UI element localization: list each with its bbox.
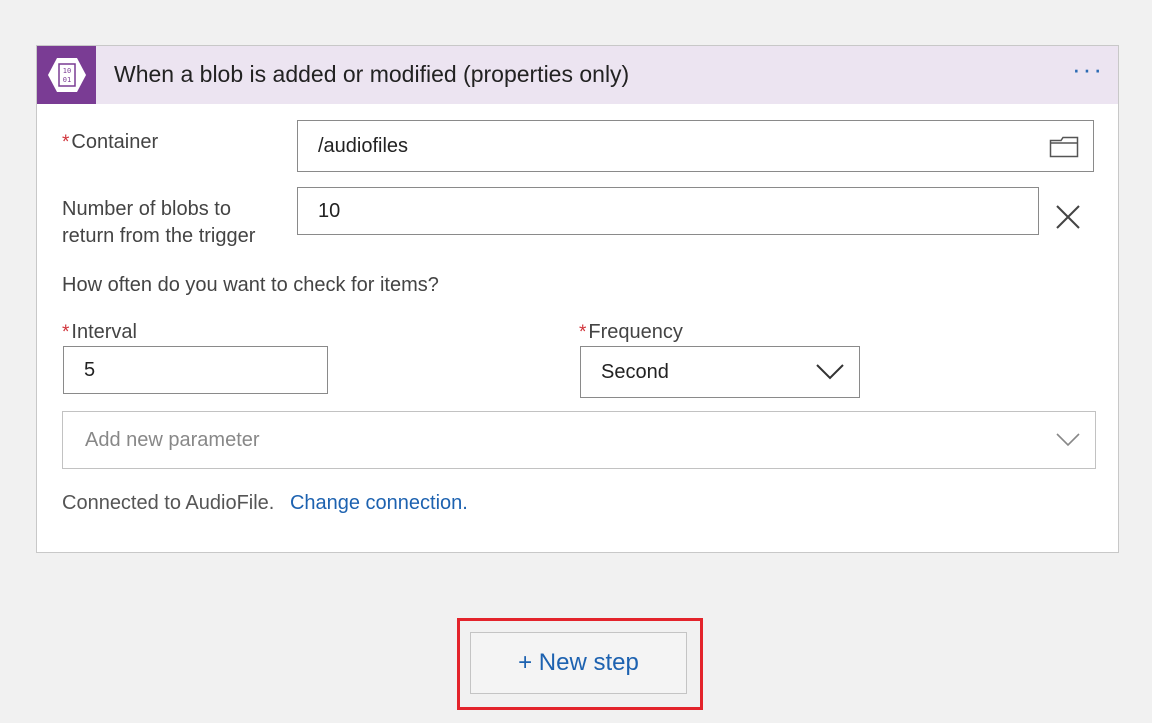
interval-label: * Interval — [62, 321, 137, 343]
trigger-title: When a blob is added or modified (proper… — [114, 61, 630, 87]
change-connection-link[interactable]: Change connection. — [290, 492, 468, 514]
add-parameter-dropdown[interactable]: Add new parameter — [62, 411, 1096, 469]
blob-count-label: Number of blobs to return from the trigg… — [62, 198, 256, 247]
container-label: * Container — [62, 131, 159, 153]
close-icon[interactable] — [1054, 203, 1082, 231]
container-value: /audiofiles — [318, 134, 409, 157]
recurrence-prompt: How often do you want to check for items… — [62, 274, 439, 296]
chevron-down-icon — [815, 363, 845, 381]
frequency-value: Second — [601, 360, 669, 383]
required-mark: * — [62, 132, 70, 153]
blob-storage-icon: 10 01 — [37, 46, 96, 104]
interval-value: 5 — [84, 358, 96, 381]
blob-count-input[interactable]: 10 — [297, 187, 1039, 235]
trigger-header[interactable]: 10 01 When a blob is added or modified (… — [37, 46, 1118, 104]
chevron-down-icon — [1055, 432, 1081, 448]
interval-input[interactable]: 5 — [63, 346, 328, 394]
more-options-button[interactable]: ··· — [1072, 54, 1104, 85]
blob-count-value: 10 — [318, 199, 341, 222]
required-mark: * — [62, 322, 70, 343]
svg-text:10: 10 — [62, 67, 70, 75]
add-parameter-placeholder: Add new parameter — [85, 428, 260, 451]
trigger-card: 10 01 When a blob is added or modified (… — [36, 45, 1119, 553]
new-step-button[interactable]: + New step — [470, 632, 687, 694]
frequency-select[interactable]: Second — [580, 346, 860, 398]
container-input[interactable]: /audiofiles — [297, 120, 1094, 172]
required-mark: * — [579, 322, 587, 343]
folder-icon[interactable] — [1049, 134, 1079, 158]
connection-status: Connected to AudioFile. Change connectio… — [62, 492, 468, 514]
frequency-label: * Frequency — [579, 321, 683, 343]
svg-text:01: 01 — [62, 76, 70, 84]
